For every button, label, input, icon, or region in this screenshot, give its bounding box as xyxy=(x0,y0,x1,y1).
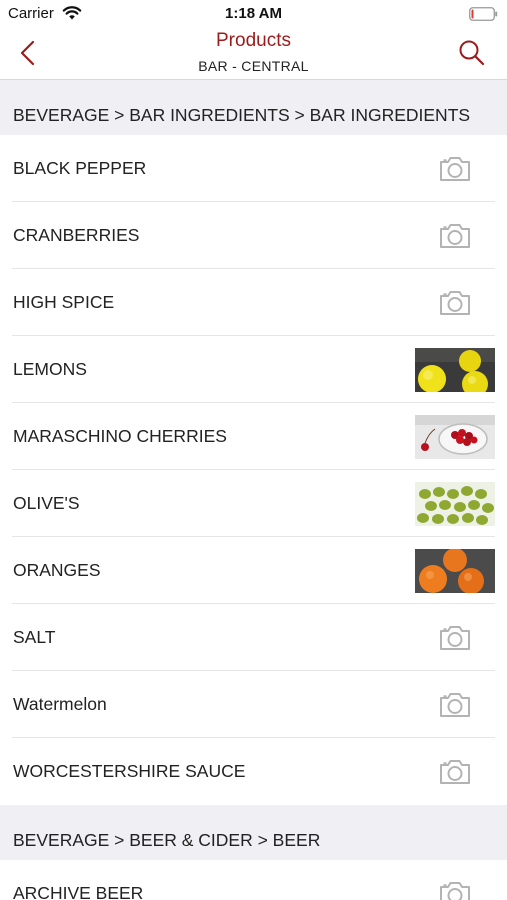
status-bar: Carrier 1:18 AM xyxy=(0,0,507,28)
nav-bar: Products BAR - CENTRAL xyxy=(0,28,507,80)
camera-placeholder-icon[interactable] xyxy=(438,624,472,652)
camera-placeholder-icon[interactable] xyxy=(438,289,472,317)
camera-placeholder-icon[interactable] xyxy=(438,880,472,900)
product-name: LEMONS xyxy=(13,359,87,379)
camera-placeholder-icon[interactable] xyxy=(438,222,472,250)
product-row-salt[interactable]: SALT xyxy=(0,604,507,671)
camera-placeholder-icon[interactable] xyxy=(438,155,472,183)
product-row-worcestershire-sauce[interactable]: WORCESTERSHIRE SAUCE xyxy=(0,738,507,805)
camera-placeholder-icon[interactable] xyxy=(438,758,472,786)
product-name: HIGH SPICE xyxy=(13,292,115,312)
lemons-photo[interactable] xyxy=(415,348,495,392)
product-row-high-spice[interactable]: HIGH SPICE xyxy=(0,269,507,336)
product-name: ARCHIVE BEER xyxy=(13,883,144,900)
product-name: SALT xyxy=(13,627,56,647)
product-name: ORANGES xyxy=(13,560,101,580)
product-name: OLIVE'S xyxy=(13,493,80,513)
search-icon[interactable] xyxy=(457,38,487,68)
camera-placeholder-icon[interactable] xyxy=(438,691,472,719)
product-row-lemons[interactable]: LEMONS xyxy=(0,336,507,403)
oranges-photo[interactable] xyxy=(415,549,495,593)
status-time: 1:18 AM xyxy=(225,5,282,22)
product-name: WORCESTERSHIRE SAUCE xyxy=(13,761,246,781)
product-name: CRANBERRIES xyxy=(13,225,140,245)
page-title: Products xyxy=(216,30,291,51)
maraschino-cherries-photo[interactable] xyxy=(415,415,495,459)
battery-icon xyxy=(469,7,498,21)
product-row-black-pepper[interactable]: BLACK PEPPER xyxy=(0,135,507,202)
product-name: Watermelon xyxy=(13,694,107,714)
olives-photo[interactable] xyxy=(415,482,495,526)
page-subtitle: BAR - CENTRAL xyxy=(198,58,309,74)
product-name: BLACK PEPPER xyxy=(13,158,147,178)
product-row-archive-beer[interactable]: ARCHIVE BEER xyxy=(0,860,507,900)
product-name: MARASCHINO CHERRIES xyxy=(13,426,227,446)
product-row-cranberries[interactable]: CRANBERRIES xyxy=(0,202,507,269)
section-header-beer: BEVERAGE > BEER & CIDER > BEER xyxy=(0,805,507,860)
product-list: BEVERAGE > BAR INGREDIENTS > BAR INGREDI… xyxy=(0,80,507,900)
product-row-watermelon[interactable]: Watermelon xyxy=(0,671,507,738)
product-row-oranges[interactable]: ORANGES xyxy=(0,537,507,604)
section-header-bar-ingredients: BEVERAGE > BAR INGREDIENTS > BAR INGREDI… xyxy=(0,80,507,135)
product-row-olives[interactable]: OLIVE'S xyxy=(0,470,507,537)
product-row-maraschino-cherries[interactable]: MARASCHINO CHERRIES xyxy=(0,403,507,470)
